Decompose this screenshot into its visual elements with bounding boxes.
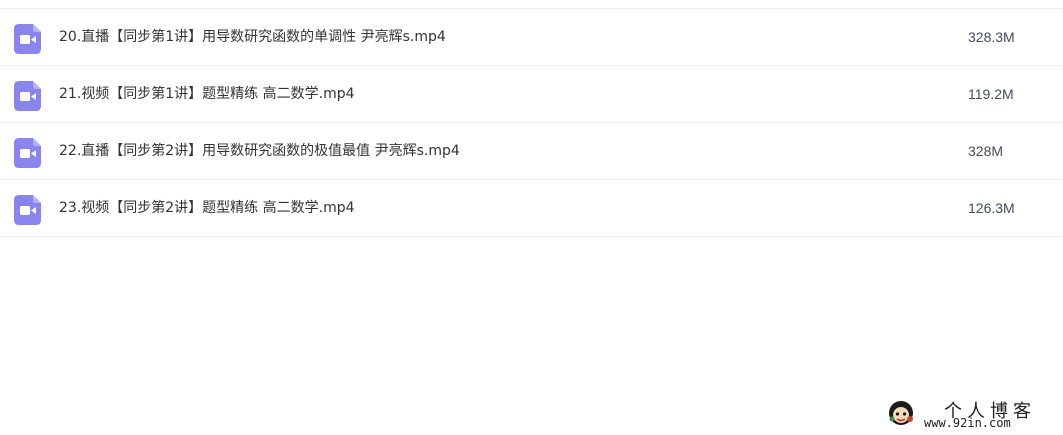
file-name[interactable]: 22.直播【同步第2讲】用导数研究函数的极值最值 尹亮辉s.mp4 — [59, 123, 460, 179]
watermark-url: www.92in.com — [924, 416, 1011, 430]
video-file-icon — [14, 81, 41, 111]
file-row[interactable]: 22.直播【同步第2讲】用导数研究函数的极值最值 尹亮辉s.mp4 328M — [0, 123, 1063, 180]
file-size: 126.3M — [968, 200, 1015, 216]
file-list: 20.直播【同步第1讲】用导数研究函数的单调性 尹亮辉s.mp4 328.3M … — [0, 8, 1063, 237]
video-file-icon — [14, 195, 41, 225]
video-file-icon — [14, 24, 41, 54]
video-file-icon — [14, 138, 41, 168]
cartoon-face-logo-icon — [889, 401, 913, 425]
file-size: 328M — [968, 143, 1004, 159]
file-size: 328.3M — [968, 29, 1015, 45]
site-watermark: 个人博客 www.92in.com — [886, 396, 1056, 432]
file-name[interactable]: 21.视频【同步第1讲】题型精练 高二数学.mp4 — [59, 66, 355, 122]
file-row[interactable]: 20.直播【同步第1讲】用导数研究函数的单调性 尹亮辉s.mp4 328.3M — [0, 9, 1063, 66]
file-name[interactable]: 23.视频【同步第2讲】题型精练 高二数学.mp4 — [59, 180, 355, 236]
file-size: 119.2M — [968, 86, 1014, 102]
file-row[interactable]: 21.视频【同步第1讲】题型精练 高二数学.mp4 119.2M — [0, 66, 1063, 123]
file-row[interactable]: 23.视频【同步第2讲】题型精练 高二数学.mp4 126.3M — [0, 180, 1063, 237]
file-name[interactable]: 20.直播【同步第1讲】用导数研究函数的单调性 尹亮辉s.mp4 — [59, 9, 446, 65]
